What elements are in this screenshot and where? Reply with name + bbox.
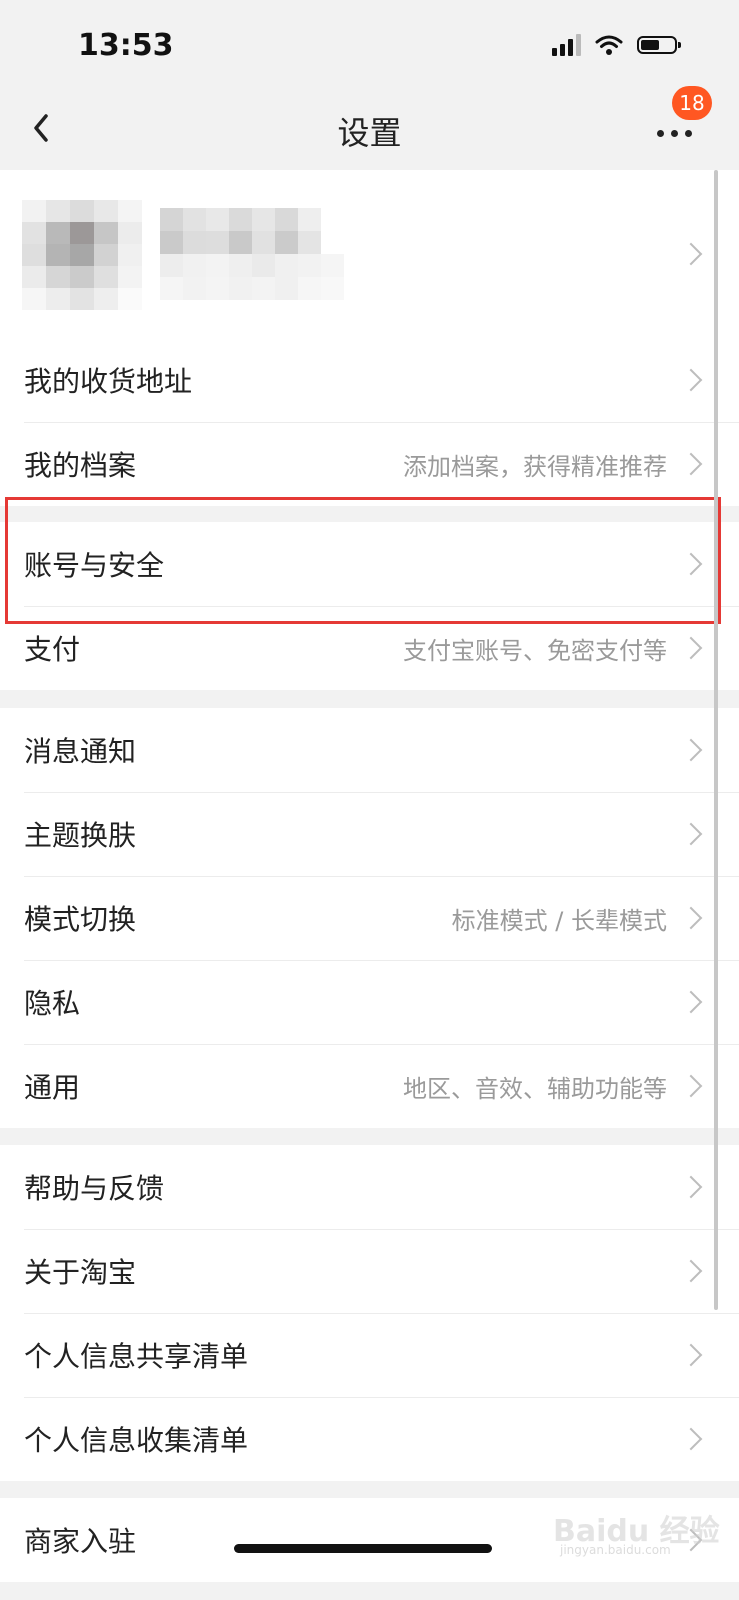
scrollbar[interactable] — [714, 170, 718, 1310]
chevron-right-icon — [679, 1427, 703, 1451]
cellular-signal-icon — [552, 34, 581, 56]
row-general[interactable]: 通用 地区、音效、辅助功能等 — [0, 1044, 739, 1128]
more-menu-button[interactable] — [653, 120, 709, 160]
settings-group-preferences: 消息通知 主题换肤 模式切换 标准模式 / 长辈模式 隐私 通用 地区、音效、辅… — [0, 708, 739, 1128]
chevron-right-icon — [679, 738, 703, 762]
username-obscured — [160, 208, 346, 300]
chevron-right-icon — [679, 1259, 703, 1283]
chevron-right-icon — [679, 990, 703, 1014]
row-about-taobao[interactable]: 关于淘宝 — [0, 1229, 739, 1313]
row-hint: 地区、音效、辅助功能等 — [403, 1074, 667, 1103]
row-account-security[interactable]: 账号与安全 — [0, 522, 739, 606]
row-notifications[interactable]: 消息通知 — [0, 708, 739, 792]
wifi-icon — [595, 35, 623, 55]
row-label: 主题换肤 — [24, 819, 137, 852]
row-label: 关于淘宝 — [24, 1256, 137, 1289]
row-label: 我的档案 — [24, 449, 137, 482]
row-label: 商家入驻 — [24, 1525, 137, 1558]
row-label: 支付 — [24, 633, 81, 666]
row-shipping-address[interactable]: 我的收货地址 — [0, 338, 739, 422]
chevron-right-icon — [679, 906, 703, 930]
settings-group-security: 账号与安全 支付 支付宝账号、免密支付等 — [0, 522, 739, 690]
chevron-right-icon — [679, 1343, 703, 1367]
row-my-archive[interactable]: 我的档案 添加档案，获得精准推荐 — [0, 422, 739, 506]
watermark-url: jingyan.baidu.com — [560, 1543, 671, 1557]
row-hint: 支付宝账号、免密支付等 — [403, 636, 667, 665]
chevron-right-icon — [679, 368, 703, 392]
row-label: 个人信息收集清单 — [24, 1424, 249, 1457]
nav-bar: 设置 — [0, 90, 739, 168]
row-label: 个人信息共享清单 — [24, 1340, 249, 1373]
row-label: 消息通知 — [24, 735, 137, 768]
row-info-collect-list[interactable]: 个人信息收集清单 — [0, 1397, 739, 1481]
home-indicator[interactable] — [234, 1544, 492, 1553]
chevron-right-icon — [679, 1175, 703, 1199]
avatar — [22, 200, 142, 312]
row-hint: 标准模式 / 长辈模式 — [451, 906, 667, 935]
row-label: 模式切换 — [24, 903, 137, 936]
chevron-right-icon — [679, 1074, 703, 1098]
settings-group-about: 帮助与反馈 关于淘宝 个人信息共享清单 个人信息收集清单 — [0, 1145, 739, 1481]
status-bar: 13:53 — [0, 0, 739, 90]
chevron-right-icon — [679, 822, 703, 846]
row-privacy[interactable]: 隐私 — [0, 960, 739, 1044]
page-title: 设置 — [337, 114, 402, 152]
chevron-right-icon — [679, 452, 703, 476]
more-dots-icon — [657, 130, 692, 137]
row-mode-switch[interactable]: 模式切换 标准模式 / 长辈模式 — [0, 876, 739, 960]
status-time: 13:53 — [78, 28, 174, 63]
row-label: 帮助与反馈 — [24, 1172, 165, 1205]
chevron-right-icon — [679, 552, 703, 576]
status-icons — [552, 34, 681, 56]
chevron-right-icon — [679, 636, 703, 660]
row-theme[interactable]: 主题换肤 — [0, 792, 739, 876]
row-info-share-list[interactable]: 个人信息共享清单 — [0, 1313, 739, 1397]
row-hint: 添加档案，获得精准推荐 — [403, 452, 667, 481]
row-label: 账号与安全 — [24, 549, 165, 582]
settings-group-account: 我的收货地址 我的档案 添加档案，获得精准推荐 — [0, 170, 739, 506]
row-label: 通用 — [24, 1071, 81, 1104]
row-payment[interactable]: 支付 支付宝账号、免密支付等 — [0, 606, 739, 690]
battery-icon — [637, 36, 681, 54]
user-profile-row[interactable] — [0, 170, 739, 338]
row-label: 隐私 — [24, 987, 81, 1020]
row-label: 我的收货地址 — [24, 365, 193, 398]
chevron-right-icon — [679, 242, 703, 266]
message-count-badge: 18 — [672, 86, 712, 120]
row-help-feedback[interactable]: 帮助与反馈 — [0, 1145, 739, 1229]
